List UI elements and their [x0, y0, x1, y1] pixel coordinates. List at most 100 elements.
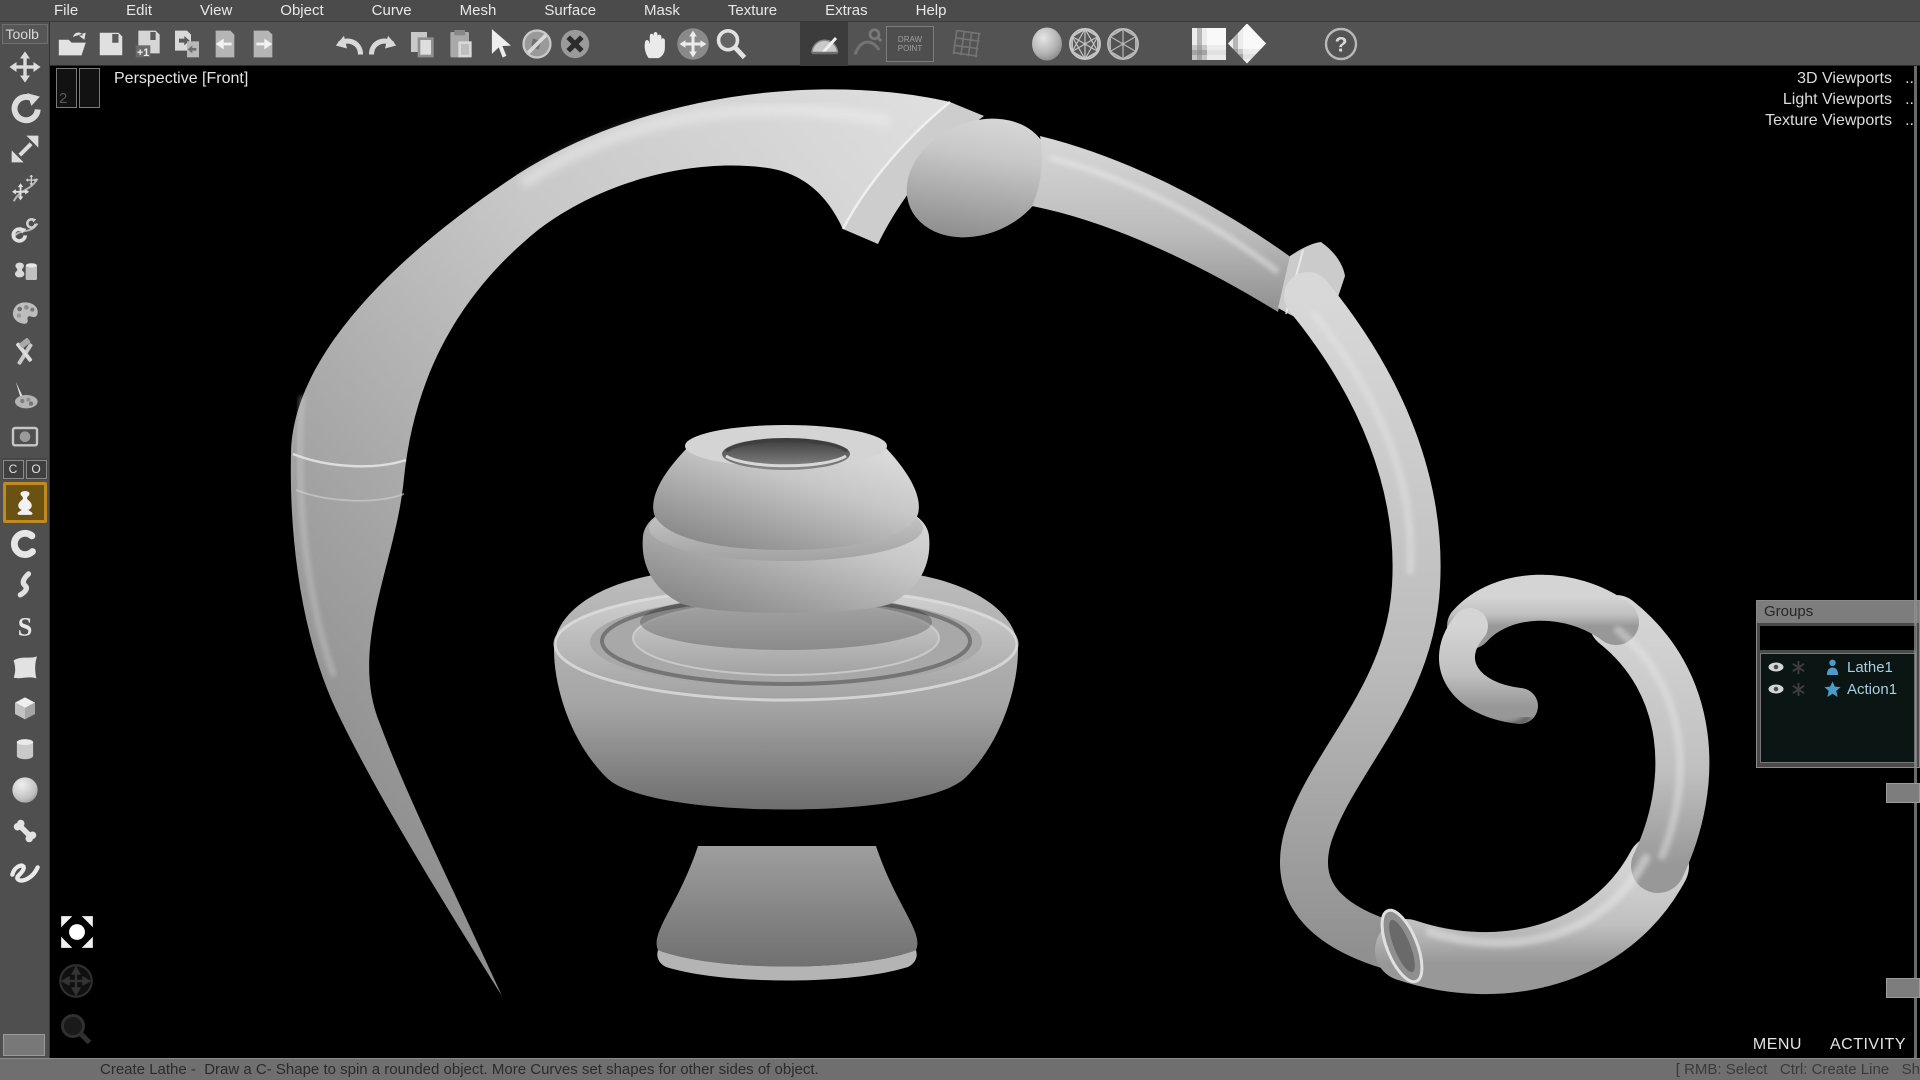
lathe-tool-icon[interactable]: [3, 482, 47, 523]
delete-icon[interactable]: [556, 24, 594, 64]
paste-icon[interactable]: [442, 24, 480, 64]
cylinder-tool-icon[interactable]: [3, 728, 47, 769]
draw-point-icon[interactable]: DRAW POINT: [886, 26, 934, 62]
open-icon[interactable]: [54, 24, 92, 64]
lathe-object-icon: [1821, 659, 1843, 676]
save-increment-icon[interactable]: +1: [130, 24, 168, 64]
texture-diamond-icon[interactable]: [1228, 24, 1266, 64]
groups-list: Lathe1 Action1: [1760, 653, 1916, 763]
import-pages-icon[interactable]: [168, 24, 206, 64]
draw-point-line1: DRAW: [898, 35, 922, 44]
action-star-icon: [1821, 681, 1843, 698]
zoom-icon[interactable]: [712, 24, 750, 64]
right-panel-rail: [1914, 66, 1917, 1058]
page-right-icon[interactable]: [244, 24, 282, 64]
undo-icon[interactable]: [328, 24, 366, 64]
move-tool-icon[interactable]: [3, 46, 47, 87]
paint-tool-icon[interactable]: [3, 374, 47, 415]
group-item-label[interactable]: Action1: [1847, 681, 1897, 698]
menu-3d-viewports-dots: ..: [1892, 70, 1914, 88]
model-render: [50, 66, 1920, 1058]
curve-tool-icon[interactable]: [3, 564, 47, 605]
camera-render-icon[interactable]: [3, 415, 47, 456]
move-on-path-tool-icon[interactable]: [3, 169, 47, 210]
focus-target-icon[interactable]: [58, 913, 96, 956]
rotate-on-path-tool-icon[interactable]: [3, 210, 47, 251]
save-icon[interactable]: [92, 24, 130, 64]
pan-view-icon[interactable]: [58, 963, 96, 1004]
corner-buttons: MENU ACTIVITY: [1753, 1036, 1906, 1054]
rotate-tool-icon[interactable]: [3, 87, 47, 128]
groups-panel: Groups Lathe1: [1756, 600, 1920, 768]
viewport-pane-right: [79, 68, 100, 108]
menu-texture[interactable]: Texture: [704, 2, 801, 19]
svg-text:?: ?: [1335, 33, 1348, 56]
sphere-tool-icon[interactable]: [3, 769, 47, 810]
help-icon[interactable]: ?: [1322, 24, 1360, 64]
c-curve-tool-icon[interactable]: [3, 523, 47, 564]
texture-grid-icon[interactable]: [1190, 24, 1228, 64]
bone-tool-icon[interactable]: [3, 810, 47, 851]
sidebar-title: Toolb: [2, 24, 48, 44]
redo-icon[interactable]: [366, 24, 404, 64]
s-curve-tool-icon[interactable]: S: [3, 605, 47, 646]
draw-point-line2: POINT: [898, 44, 922, 53]
menu-3d-viewports[interactable]: 3D Viewports ..: [1682, 68, 1914, 89]
visibility-eye-icon[interactable]: [1765, 682, 1787, 696]
tab-curves[interactable]: C: [3, 460, 24, 479]
page-left-icon[interactable]: [206, 24, 244, 64]
group-item-label[interactable]: Lathe1: [1847, 659, 1893, 676]
freeze-snowflake-icon[interactable]: [1787, 682, 1809, 697]
move-view-icon[interactable]: [674, 24, 712, 64]
menu-light-viewports[interactable]: Light Viewports ..: [1682, 89, 1914, 110]
menu-view[interactable]: View: [176, 2, 256, 19]
menu-curve[interactable]: Curve: [348, 2, 436, 19]
wireframe-sphere-icon[interactable]: [1066, 24, 1104, 64]
wireframe-sphere-2-icon[interactable]: [1104, 24, 1142, 64]
menu-extras[interactable]: Extras: [801, 2, 892, 19]
freeze-snowflake-icon[interactable]: [1787, 660, 1809, 675]
groups-filter-field[interactable]: [1760, 626, 1916, 650]
menu-texture-viewports-label: Texture Viewports: [1682, 112, 1892, 130]
zoom-view-icon[interactable]: [58, 1011, 96, 1052]
activity-button[interactable]: ACTIVITY: [1830, 1036, 1906, 1054]
panel-handle-bottom[interactable]: [1886, 978, 1920, 998]
pan-hand-icon[interactable]: [636, 24, 674, 64]
curve-magnifier-icon[interactable]: [848, 24, 886, 64]
shapes-tool-icon[interactable]: [3, 251, 47, 292]
grid-icon[interactable]: [948, 24, 986, 64]
line-tool-icon[interactable]: [3, 851, 47, 892]
deselect-icon[interactable]: [518, 24, 556, 64]
copy-icon[interactable]: [404, 24, 442, 64]
menu-file[interactable]: File: [30, 2, 102, 19]
cube-tool-icon[interactable]: [3, 687, 47, 728]
group-row-action1[interactable]: Action1: [1761, 678, 1915, 700]
tab-objects[interactable]: O: [26, 460, 47, 479]
panel-handle-top[interactable]: [1886, 783, 1920, 803]
menu-surface[interactable]: Surface: [520, 2, 620, 19]
menu-mask[interactable]: Mask: [620, 2, 704, 19]
sidebar-section-tabs: C O: [2, 458, 48, 480]
groups-panel-title[interactable]: Groups: [1757, 601, 1919, 623]
menu-edit[interactable]: Edit: [102, 2, 176, 19]
select-cursor-icon[interactable]: [480, 24, 518, 64]
group-row-lathe1[interactable]: Lathe1: [1761, 656, 1915, 678]
scale-tool-icon[interactable]: [3, 128, 47, 169]
menu-texture-viewports[interactable]: Texture Viewports ..: [1682, 110, 1914, 131]
visibility-eye-icon[interactable]: [1765, 660, 1787, 674]
viewport-3d[interactable]: 2 Perspective [Front] 3D Viewports .. Li…: [50, 66, 1920, 1058]
palette-tool-icon[interactable]: [3, 292, 47, 333]
angle-protractor-icon[interactable]: [800, 22, 848, 66]
viewport-view-label: Perspective [Front]: [114, 70, 248, 88]
viewport-pane-left: 2: [56, 68, 77, 108]
menu-button[interactable]: MENU: [1753, 1036, 1802, 1054]
menu-mesh[interactable]: Mesh: [436, 2, 521, 19]
viewport-layout-thumbnail[interactable]: 2: [56, 68, 102, 108]
tools-hammer-icon[interactable]: [3, 333, 47, 374]
sidebar-bottom-slot[interactable]: [3, 1034, 45, 1056]
slab-tool-icon[interactable]: [3, 646, 47, 687]
shaded-sphere-icon[interactable]: [1028, 24, 1066, 64]
menu-object[interactable]: Object: [256, 2, 347, 19]
status-hints: [ RMB: Select Ctrl: Create Line Sh: [1676, 1061, 1920, 1078]
menu-help[interactable]: Help: [892, 2, 971, 19]
